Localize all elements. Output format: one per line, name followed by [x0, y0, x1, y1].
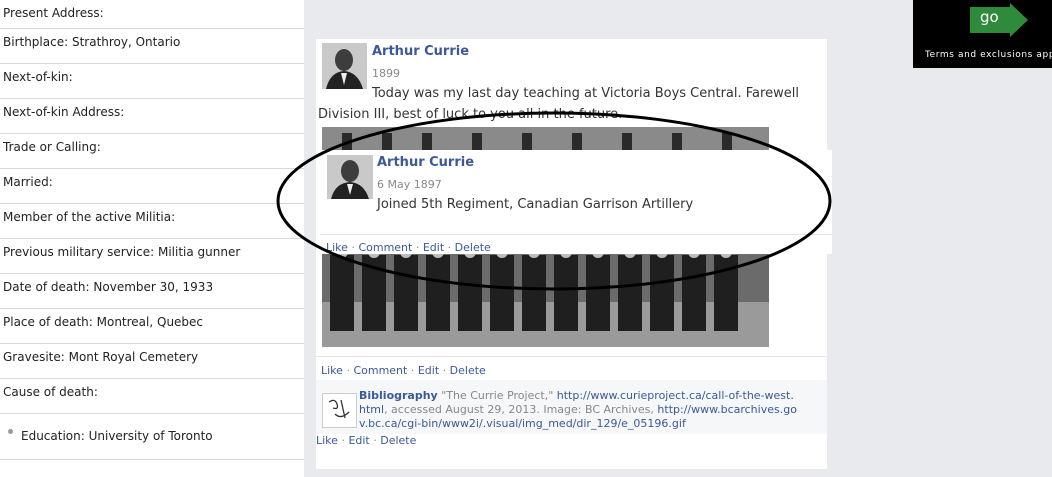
post-date: 1899 [372, 67, 400, 80]
field-cause-of-death: Cause of death: [0, 379, 304, 414]
field-label: Trade or Calling: [3, 140, 101, 154]
like-link[interactable]: Like [316, 434, 338, 447]
delete-link[interactable]: Delete [450, 364, 486, 377]
bullet-icon [8, 429, 13, 434]
field-present-address: Present Address: [0, 0, 304, 29]
bibliography-source: "The Currie Project," [441, 389, 554, 402]
go-button-label[interactable]: go [980, 8, 999, 26]
separator: · [442, 364, 447, 377]
field-label: Married: [3, 175, 53, 189]
field-label: Cause of death: [3, 385, 98, 399]
divider [316, 356, 827, 357]
comment-link[interactable]: Comment [353, 364, 407, 377]
highlight-ellipse [276, 111, 832, 291]
field-label: Date of death: November 30, 1933 [3, 280, 214, 294]
field-label: Next-of-kin Address: [3, 105, 125, 119]
field-previous-service: Previous military service: Militia gunne… [0, 239, 304, 274]
education-label: Education: University of Toronto [21, 429, 213, 443]
edit-link[interactable]: Edit [348, 434, 369, 447]
field-next-of-kin: Next-of-kin: [0, 64, 304, 99]
field-label: Next-of-kin: [3, 70, 73, 84]
field-label: Previous military service: Militia gunne… [3, 245, 241, 259]
field-label: Birthplace: Strathroy, Ontario [3, 35, 181, 49]
bibliography-icon [322, 393, 357, 428]
separator: · [410, 364, 415, 377]
separator: · [341, 434, 345, 447]
field-label: Present Address: [3, 6, 104, 20]
field-married: Married: [0, 169, 304, 204]
field-gravesite: Gravesite: Mont Royal Cemetery [0, 344, 304, 379]
field-date-of-death: Date of death: November 30, 1933 [0, 274, 304, 309]
delete-link[interactable]: Delete [380, 434, 416, 447]
bibliography-actions: Like · Edit · Delete [316, 434, 416, 447]
ad-terms-text: Terms and exclusions app [925, 50, 1052, 60]
ad-banner[interactable]: go Terms and exclusions app [913, 0, 1052, 68]
field-place-of-death: Place of death: Montreal, Quebec [0, 309, 304, 344]
bibliography-text: Bibliography "The Currie Project," http:… [359, 389, 799, 431]
field-label: Gravesite: Mont Royal Cemetery [3, 350, 199, 364]
field-label: Member of the active Militia: [3, 210, 176, 224]
like-link[interactable]: Like [321, 364, 343, 377]
separator: · [373, 434, 377, 447]
separator: · [346, 364, 350, 377]
bibliography-accessed: , accessed August 29, 2013. Image: BC Ar… [384, 403, 654, 416]
edit-link[interactable]: Edit [418, 364, 439, 377]
post-actions: Like · Comment · Edit · Delete [321, 364, 486, 377]
education-item: Education: University of Toronto [0, 414, 304, 460]
post-author[interactable]: Arthur Currie [372, 44, 469, 59]
bibliography-label[interactable]: Bibliography [359, 389, 438, 402]
field-birthplace: Birthplace: Strathroy, Ontario [0, 29, 304, 64]
scribble-icon [328, 399, 350, 419]
go-arrow-icon[interactable] [970, 3, 1028, 37]
soldier-details-panel: Present Address: Birthplace: Strathroy, … [0, 0, 304, 477]
field-next-of-kin-address: Next-of-kin Address: [0, 99, 304, 134]
field-militia: Member of the active Militia: [0, 204, 304, 239]
field-trade: Trade or Calling: [0, 134, 304, 169]
field-label: Place of death: Montreal, Quebec [3, 315, 204, 329]
